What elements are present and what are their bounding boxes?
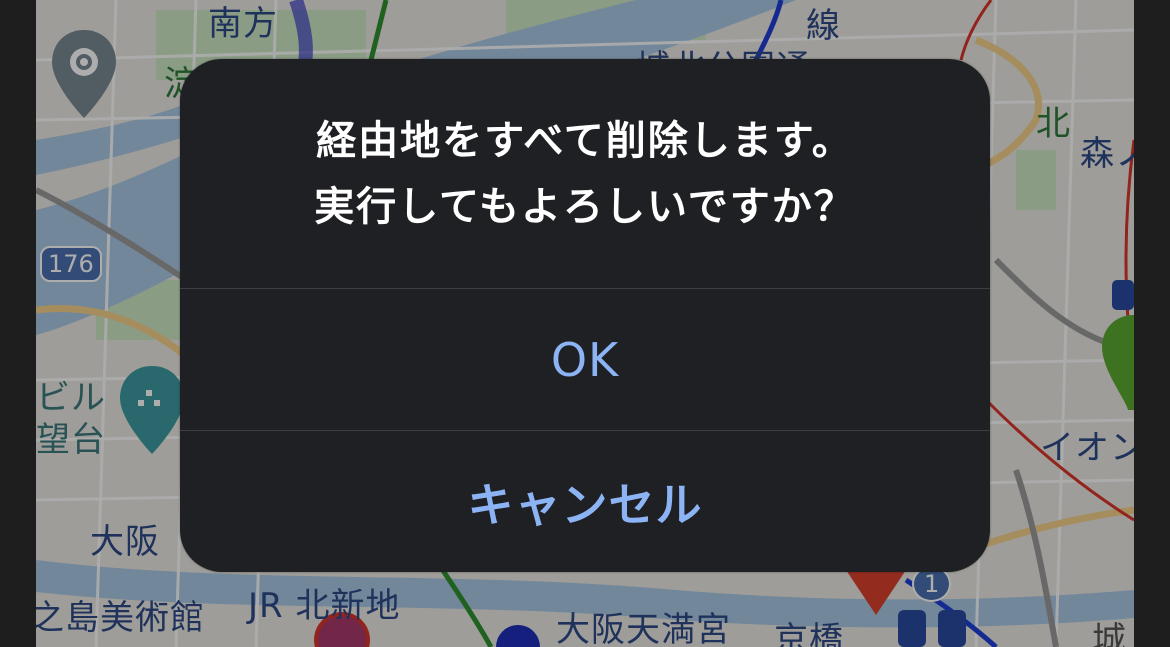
dialog-message-line-1: 経由地をすべて削除します。 <box>316 117 854 164</box>
right-bezel <box>1134 0 1170 647</box>
dialog-message: 経由地をすべて削除します。 実行してもよろしいですか？ <box>180 59 990 288</box>
left-bezel <box>0 0 36 647</box>
dialog-message-line-2: 実行してもよろしいですか？ <box>314 183 856 230</box>
ok-button[interactable]: OK <box>180 289 990 430</box>
cancel-button[interactable]: キャンセル <box>180 431 990 572</box>
screen-frame: 南方 淀 城北公園通 線 北 森ノ 176 ビル 望台 イオン 大阪 之島美術館… <box>0 0 1170 647</box>
confirm-dialog: 経由地をすべて削除します。 実行してもよろしいですか？ OK キャンセル <box>180 59 990 572</box>
